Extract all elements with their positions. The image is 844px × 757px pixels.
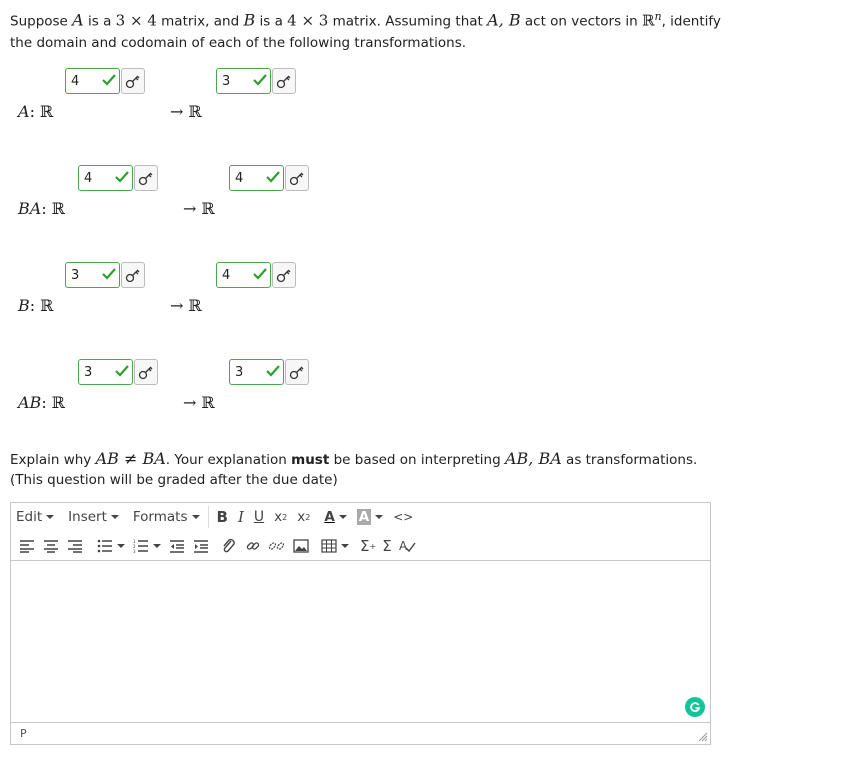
answer-codomain-A[interactable]: 3 xyxy=(216,67,296,95)
checkmark-icon xyxy=(253,74,267,86)
svg-text:A: A xyxy=(399,539,408,553)
menu-insert[interactable]: Insert xyxy=(63,505,124,529)
answer-codomain-B[interactable]: 4 xyxy=(216,261,296,289)
source-code-button[interactable]: <> xyxy=(388,505,418,529)
menu-edit[interactable]: Edit xyxy=(11,505,59,529)
svg-text:3: 3 xyxy=(133,549,136,553)
unlink-icon[interactable] xyxy=(267,536,287,556)
checkmark-icon xyxy=(102,74,116,86)
explain-prompt: Explain why AB ≠ BA. Your explanation mu… xyxy=(10,449,698,488)
image-icon[interactable] xyxy=(291,536,311,556)
background-color-button[interactable]: A xyxy=(352,505,388,529)
key-icon[interactable] xyxy=(121,68,145,94)
arrow-codomain: → ℝ xyxy=(170,102,202,121)
italic-button[interactable]: I xyxy=(233,505,249,529)
chevron-down-icon[interactable] xyxy=(153,544,161,548)
link-icon[interactable] xyxy=(219,536,239,556)
align-center-icon[interactable] xyxy=(41,536,61,556)
key-icon[interactable] xyxy=(134,165,158,191)
underline-button[interactable]: U xyxy=(249,505,269,529)
bold-button[interactable]: B xyxy=(212,505,233,529)
answer-input[interactable]: 4 xyxy=(78,165,133,191)
key-icon[interactable] xyxy=(134,359,158,385)
key-icon[interactable] xyxy=(285,359,309,385)
answer-input[interactable]: 3 xyxy=(229,359,284,385)
answer-input[interactable]: 4 xyxy=(229,165,284,191)
answer-domain-A[interactable]: 4 xyxy=(65,67,145,95)
arrow-codomain: → ℝ xyxy=(183,393,215,412)
answer-input[interactable]: 4 xyxy=(65,68,120,94)
equation-editor-button[interactable]: Σ + xyxy=(357,534,379,558)
answer-domain-AB[interactable]: 3 xyxy=(78,358,158,386)
answer-input[interactable]: 3 xyxy=(78,359,133,385)
editor-menubar: Edit Insert Formats B I U x2 x2 A A <> xyxy=(11,503,710,531)
rich-text-editor: Edit Insert Formats B I U x2 x2 A A <> 1… xyxy=(10,502,711,745)
arrow-codomain: → ℝ xyxy=(170,296,202,315)
editor-text-area[interactable] xyxy=(11,560,710,725)
subscript-button[interactable]: x2 xyxy=(269,505,292,529)
checkmark-icon xyxy=(266,365,280,377)
answer-domain-BA[interactable]: 4 xyxy=(78,164,158,192)
question-text: Suppose A is a 3 × 4 matrix, and B is a … xyxy=(10,10,721,51)
checkmark-icon xyxy=(115,171,129,183)
editor-statusbar: P xyxy=(11,722,710,744)
row-label-A: A: ℝ xyxy=(18,102,54,121)
key-icon[interactable] xyxy=(121,262,145,288)
resize-handle-icon[interactable] xyxy=(698,732,708,742)
align-right-icon[interactable] xyxy=(65,536,85,556)
menu-formats[interactable]: Formats xyxy=(128,505,205,529)
grammarly-icon[interactable] xyxy=(685,697,705,717)
editor-toolbar: 123 Σ + Σ A xyxy=(11,532,710,560)
answer-input[interactable]: 3 xyxy=(216,68,271,94)
bullet-list-icon[interactable] xyxy=(95,536,115,556)
answer-domain-B[interactable]: 3 xyxy=(65,261,145,289)
answer-codomain-AB[interactable]: 3 xyxy=(229,358,309,386)
chevron-down-icon[interactable] xyxy=(117,544,125,548)
key-icon[interactable] xyxy=(272,68,296,94)
numbered-list-icon[interactable]: 123 xyxy=(131,536,151,556)
table-icon[interactable] xyxy=(319,536,339,556)
row-label-AB: AB: ℝ xyxy=(18,393,66,412)
arrow-codomain: → ℝ xyxy=(183,199,215,218)
outdent-icon[interactable] xyxy=(167,536,187,556)
answer-codomain-BA[interactable]: 4 xyxy=(229,164,309,192)
spellcheck-icon[interactable]: A xyxy=(397,536,417,556)
key-icon[interactable] xyxy=(285,165,309,191)
checkmark-icon xyxy=(266,171,280,183)
key-icon[interactable] xyxy=(272,262,296,288)
math-symbol-button[interactable]: Σ xyxy=(379,534,394,558)
chevron-down-icon[interactable] xyxy=(341,544,349,548)
answer-input[interactable]: 3 xyxy=(65,262,120,288)
indent-icon[interactable] xyxy=(191,536,211,556)
row-label-BA: BA: ℝ xyxy=(18,199,66,218)
chain-link-icon[interactable] xyxy=(243,536,263,556)
superscript-button[interactable]: x2 xyxy=(292,505,315,529)
text-color-button[interactable]: A xyxy=(319,505,351,529)
element-path[interactable]: P xyxy=(20,727,27,740)
checkmark-icon xyxy=(102,268,116,280)
toolbar-divider xyxy=(207,506,209,528)
checkmark-icon xyxy=(253,268,267,280)
row-label-B: B: ℝ xyxy=(18,296,54,315)
align-left-icon[interactable] xyxy=(17,536,37,556)
answer-input[interactable]: 4 xyxy=(216,262,271,288)
checkmark-icon xyxy=(115,365,129,377)
